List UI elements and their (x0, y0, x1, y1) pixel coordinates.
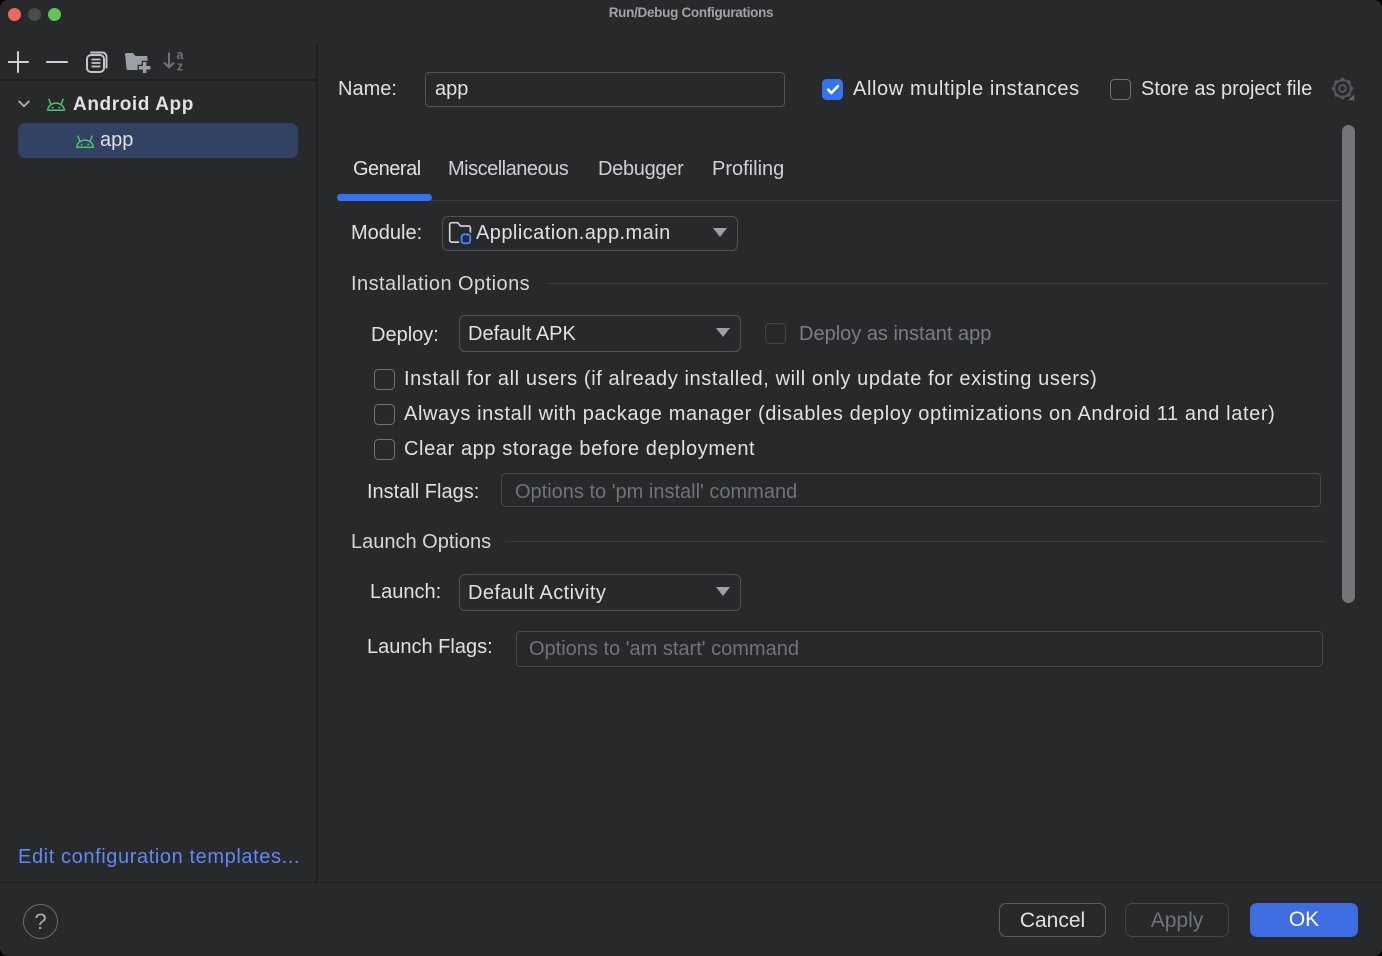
svg-text:z: z (177, 60, 183, 74)
